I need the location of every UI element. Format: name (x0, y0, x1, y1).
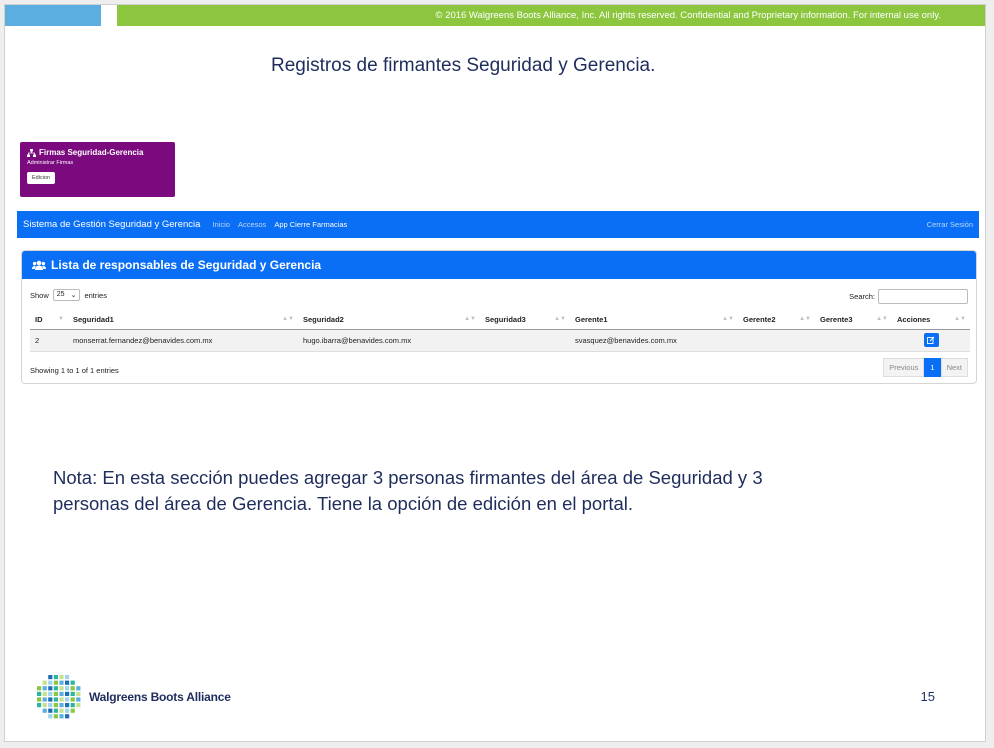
header-accent-blue (5, 5, 101, 26)
datatable-controls: Show 25 ⌄ entries Search: (30, 289, 968, 305)
firmas-card: Firmas Seguridad-Gerencia Administrar Fi… (20, 142, 175, 197)
logout-link[interactable]: Cerrar Sesión (927, 220, 973, 229)
sort-icon: ▲▼ (464, 316, 476, 322)
card-title: Lista de responsables de Seguridad y Ger… (51, 258, 322, 272)
slide: © 2016 Walgreens Boots Alliance, Inc. Al… (4, 4, 986, 742)
entries-length-control: Show 25 ⌄ entries (30, 289, 107, 301)
sort-icon: ▼ (58, 316, 64, 322)
nav-link-app-cierre-farmacias[interactable]: App Cierre Farmacias (274, 220, 347, 229)
cell-gerente1: svasquez@benavides.com.mx (570, 329, 738, 352)
entries-select-value: 25 (56, 291, 65, 298)
cell-id: 2 (30, 329, 68, 352)
firmas-card-subtitle: Administrar Firmas (27, 160, 74, 166)
logo-text: Walgreens Boots Alliance (89, 690, 231, 704)
cell-gerente3 (815, 329, 892, 352)
column-header-gerente3[interactable]: Gerente3 ▲▼ (815, 311, 892, 330)
column-header-label: Gerente3 (820, 315, 853, 325)
column-header-label: Seguridad3 (485, 315, 526, 325)
column-header-seguridad2[interactable]: Seguridad2 ▲▼ (298, 311, 480, 330)
show-label: Show (30, 290, 49, 300)
cell-seguridad3 (480, 329, 570, 352)
table-header-row: ID ▼ Seguridad1 ▲▼ Seguridad2 ▲▼ Seguridad3… (30, 311, 970, 330)
column-header-label: Gerente2 (743, 315, 776, 325)
nav-link-inicio[interactable]: Inicio (212, 220, 230, 229)
column-header-label: Acciones (897, 315, 931, 325)
search-input[interactable] (878, 289, 968, 304)
cell-seguridad2: hugo.ibarra@benavides.com.mx (298, 329, 480, 352)
sort-icon: ▲▼ (282, 316, 294, 322)
sitemap-icon (27, 148, 36, 157)
column-header-label: Seguridad1 (73, 315, 114, 325)
wba-logo-icon (37, 675, 81, 719)
table-row: 2 monserrat.fernandez@benavides.com.mx h… (30, 329, 970, 352)
copyright-notice: © 2016 Walgreens Boots Alliance, Inc. Al… (117, 5, 985, 26)
sort-icon: ▲▼ (722, 316, 734, 322)
nav-link-accesos[interactable]: Accesos (238, 220, 266, 229)
nota-text: Nota: En esta sección puedes agregar 3 p… (53, 467, 763, 514)
sort-icon: ▲▼ (876, 316, 888, 322)
search-label: Search: (849, 292, 875, 301)
edit-icon (927, 336, 935, 344)
column-header-id[interactable]: ID ▼ (30, 311, 68, 330)
slide-title: Registros de firmantes Seguridad y Geren… (271, 55, 656, 76)
sort-icon: ▲▼ (554, 316, 566, 322)
navbar-brand[interactable]: Sistema de Gestión Seguridad y Gerencia (23, 219, 200, 230)
card-header: Lista de responsables de Seguridad y Ger… (22, 251, 976, 279)
column-header-label: Gerente1 (575, 315, 608, 325)
responsables-card: Lista de responsables de Seguridad y Ger… (21, 250, 977, 384)
next-button[interactable]: Next (940, 358, 968, 377)
firmas-card-title-row: Firmas Seguridad-Gerencia (27, 148, 168, 157)
table-info: Showing 1 to 1 of 1 entries (30, 366, 119, 375)
sort-icon: ▲▼ (799, 316, 811, 322)
chevron-down-icon: ⌄ (70, 292, 77, 299)
page-number: 15 (920, 689, 935, 704)
entries-select[interactable]: 25 ⌄ (52, 289, 81, 301)
sort-icon: ▲▼ (954, 316, 966, 322)
edicion-button[interactable]: Edicion (27, 172, 56, 184)
entries-label: entries (84, 290, 107, 300)
previous-button[interactable]: Previous (883, 358, 925, 377)
users-icon (32, 260, 46, 270)
company-logo: Walgreens Boots Alliance (35, 673, 231, 721)
cell-seguridad1: monserrat.fernandez@benavides.com.mx (68, 329, 298, 352)
column-header-seguridad1[interactable]: Seguridad1 ▲▼ (68, 311, 298, 330)
column-header-label: ID (35, 315, 43, 325)
column-header-gerente2[interactable]: Gerente2 ▲▼ (738, 311, 815, 330)
pagination: Previous 1 Next (883, 358, 968, 377)
cell-gerente2 (738, 329, 815, 352)
firmas-card-title: Firmas Seguridad-Gerencia (39, 148, 144, 157)
column-header-gerente1[interactable]: Gerente1 ▲▼ (570, 311, 738, 330)
cell-acciones (892, 329, 970, 352)
column-header-acciones[interactable]: Acciones ▲▼ (892, 311, 970, 330)
responsables-table: ID ▼ Seguridad1 ▲▼ Seguridad2 ▲▼ Seguridad3… (30, 311, 970, 352)
edit-button[interactable] (923, 333, 939, 347)
column-header-label: Seguridad2 (303, 315, 344, 325)
app-navbar: Sistema de Gestión Seguridad y Gerencia … (17, 211, 979, 238)
page-1-button[interactable]: 1 (924, 358, 941, 377)
search-control: Search: (849, 289, 968, 304)
column-header-seguridad3[interactable]: Seguridad3 ▲▼ (480, 311, 570, 330)
